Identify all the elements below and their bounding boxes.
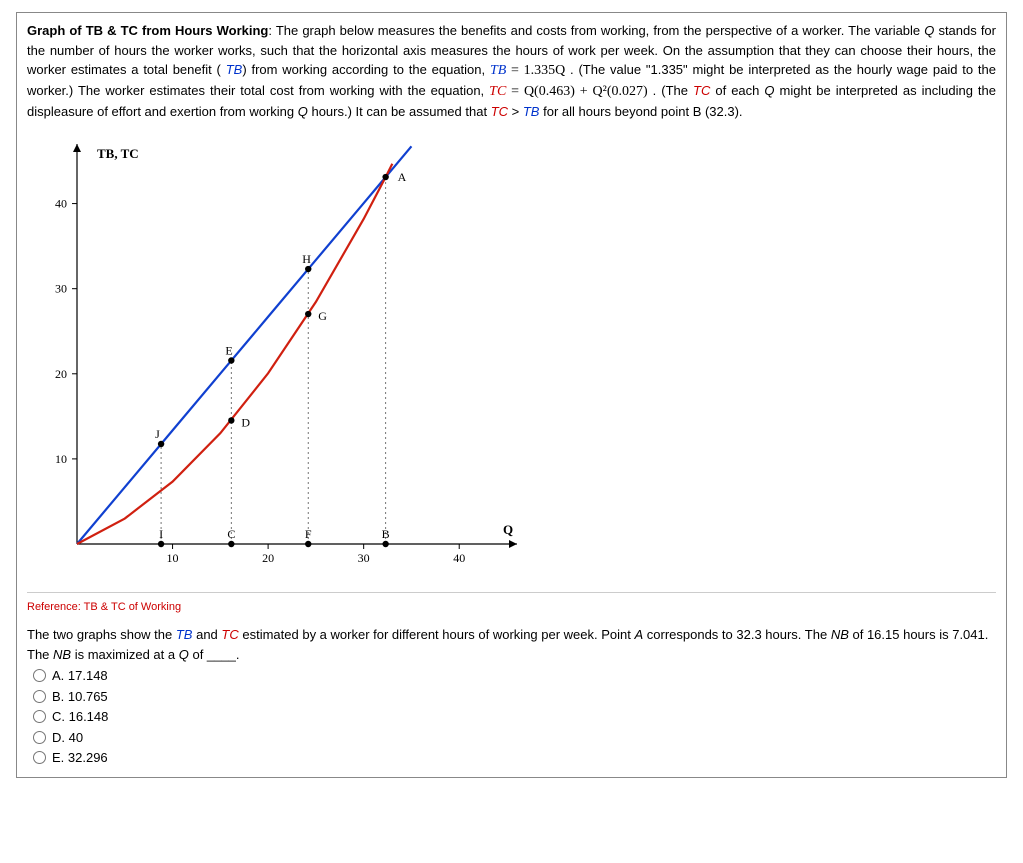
svg-text:H: H — [302, 252, 311, 266]
choice-label: E. 32.296 — [52, 748, 108, 768]
choice-a[interactable]: A. 17.148 — [27, 666, 996, 686]
question-text: The two graphs show the TB and TC estima… — [27, 625, 996, 664]
reference-label: Reference: TB & TC of Working — [27, 599, 996, 616]
svg-text:C: C — [227, 527, 235, 541]
choice-c[interactable]: C. 16.148 — [27, 707, 996, 727]
choice-b[interactable]: B. 10.765 — [27, 687, 996, 707]
svg-text:D: D — [241, 415, 250, 429]
choice-label: B. 10.765 — [52, 687, 108, 707]
svg-text:J: J — [155, 427, 160, 441]
svg-text:I: I — [159, 527, 163, 541]
svg-text:10: 10 — [167, 551, 179, 565]
svg-text:F: F — [305, 527, 312, 541]
choice-radio[interactable] — [33, 751, 46, 764]
svg-text:20: 20 — [262, 551, 274, 565]
problem-intro: Graph of TB & TC from Hours Working: The… — [27, 21, 996, 122]
choice-radio[interactable] — [33, 731, 46, 744]
problem-title: Graph of TB & TC from Hours Working — [27, 23, 268, 38]
svg-text:Q: Q — [503, 522, 513, 537]
chart: 10 20 30 40 10 20 30 40 TB, TC Q A B C D E F G H I J — [27, 134, 996, 584]
svg-text:G: G — [318, 309, 327, 323]
svg-text:40: 40 — [453, 551, 465, 565]
svg-text:A: A — [398, 170, 407, 184]
choice-e[interactable]: E. 32.296 — [27, 748, 996, 768]
choice-label: A. 17.148 — [52, 666, 108, 686]
choice-radio[interactable] — [33, 710, 46, 723]
answer-choices: A. 17.148B. 10.765C. 16.148D. 40E. 32.29… — [27, 666, 996, 768]
divider — [27, 592, 996, 593]
svg-text:TB, TC: TB, TC — [97, 146, 139, 161]
svg-text:10: 10 — [55, 451, 67, 465]
problem-wrapper: Graph of TB & TC from Hours Working: The… — [16, 12, 1007, 778]
svg-text:30: 30 — [358, 551, 370, 565]
chart-svg: 10 20 30 40 10 20 30 40 TB, TC Q A B C D E F G H I J — [27, 134, 527, 584]
choice-d[interactable]: D. 40 — [27, 728, 996, 748]
svg-text:B: B — [382, 527, 390, 541]
choice-radio[interactable] — [33, 690, 46, 703]
choice-label: D. 40 — [52, 728, 83, 748]
choice-radio[interactable] — [33, 669, 46, 682]
svg-text:E: E — [225, 343, 232, 357]
svg-text:40: 40 — [55, 196, 67, 210]
svg-text:30: 30 — [55, 281, 67, 295]
svg-text:20: 20 — [55, 366, 67, 380]
choice-label: C. 16.148 — [52, 707, 108, 727]
